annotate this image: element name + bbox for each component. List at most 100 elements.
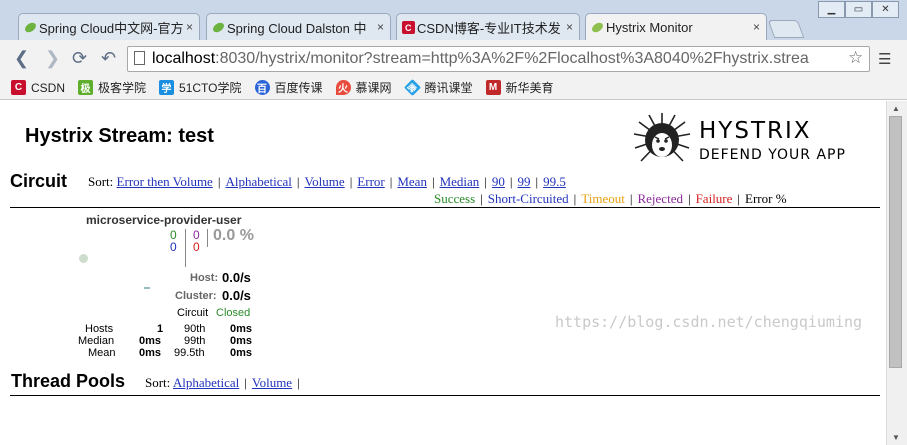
- sort-median[interactable]: Median: [440, 174, 480, 189]
- maximize-button[interactable]: ▭: [845, 1, 872, 18]
- mean-value: 0ms: [139, 347, 162, 359]
- circuit-heading: Circuit: [10, 171, 68, 191]
- short-circuited-count: 0: [170, 240, 177, 254]
- sort-error-then-volume[interactable]: Error then Volume: [117, 174, 213, 189]
- thread-pools-divider: [10, 395, 880, 396]
- close-icon: ✕: [881, 4, 890, 15]
- url-host: localhost: [152, 50, 216, 67]
- sort-label: Sort:: [88, 174, 114, 189]
- sort-99[interactable]: 99: [518, 174, 531, 189]
- bookmark-51cto[interactable]: 学 51CTO学院: [159, 79, 242, 96]
- count-divider: [185, 229, 186, 267]
- bookmark-label: 百度传课: [274, 81, 323, 95]
- bookmark-xinhua[interactable]: M 新华美育: [485, 79, 554, 96]
- jikexueyuan-icon: 极: [78, 80, 94, 95]
- cluster-rate-value: 0.0/s: [222, 288, 251, 303]
- p995-label: 99.5th: [174, 347, 205, 359]
- brand-name: HYSTRIX: [699, 118, 812, 144]
- p99-value: 0ms: [230, 335, 253, 347]
- bookmark-label: 极客学院: [98, 81, 147, 95]
- sort-alphabetical[interactable]: Alphabetical: [173, 375, 239, 390]
- page-content: Hystrix Stream: test HYSTRIX DEFEND YOUR…: [0, 101, 886, 445]
- bookmark-label: 新华美育: [505, 81, 554, 95]
- scroll-up-icon[interactable]: ▲: [892, 104, 900, 113]
- page-title: Hystrix Stream: test: [25, 125, 214, 147]
- tab-title: Hystrix Monitor: [606, 19, 693, 35]
- scroll-down-icon[interactable]: ▼: [892, 433, 900, 442]
- legend-timeout: Timeout: [581, 191, 625, 206]
- back-icon[interactable]: ❮: [14, 48, 29, 69]
- forward-icon[interactable]: ❯: [45, 48, 60, 69]
- leaf-icon: [213, 22, 224, 33]
- bookmark-imooc[interactable]: 火慕课网: [335, 79, 392, 96]
- bookmark-csdn[interactable]: C CSDN: [11, 80, 65, 95]
- tab-hystrix-monitor[interactable]: Hystrix Monitor ×: [585, 13, 767, 40]
- window-controls: ▁ ▭ ✕: [818, 1, 899, 18]
- minimize-button[interactable]: ▁: [818, 1, 845, 18]
- p995-value: 0ms: [230, 347, 253, 359]
- bookmark-label: 51CTO学院: [179, 81, 242, 95]
- legend-short-circuited: Short-Circuited: [487, 191, 569, 206]
- hosts-label: Hosts: [85, 323, 114, 335]
- page-icon: [134, 51, 145, 65]
- bookmark-tencent-ke[interactable]: 腾腾讯课堂: [403, 79, 473, 96]
- 51cto-icon: 学: [159, 80, 175, 95]
- bookmark-label: 慕课网: [355, 81, 392, 95]
- thread-pools-sort-bar: Sort: Alphabetical | Volume |: [145, 375, 300, 390]
- mean-label: Mean: [88, 347, 116, 359]
- bookmark-label: CSDN: [31, 80, 66, 95]
- url-path: :8030/hystrix/monitor?stream=http%3A%2F%…: [215, 50, 809, 67]
- tab-csdn[interactable]: C CSDN博客-专业IT技术发 ×: [396, 13, 580, 40]
- tab-close-icon[interactable]: ×: [566, 20, 573, 34]
- host-rate-value: 0.0/s: [222, 270, 251, 285]
- vertical-scrollbar[interactable]: ▲ ▼: [886, 101, 907, 445]
- brand-tagline: DEFEND YOUR APP: [699, 147, 846, 163]
- sort-alphabetical[interactable]: Alphabetical: [225, 174, 291, 189]
- reload-icon[interactable]: ⟳: [72, 48, 87, 69]
- address-bar[interactable]: localhost:8030/hystrix/monitor?stream=ht…: [127, 46, 870, 72]
- failure-count: 0: [193, 240, 200, 254]
- close-window-button[interactable]: ✕: [872, 1, 899, 18]
- sparkline: [144, 287, 150, 289]
- p99-label: 99th: [184, 335, 206, 347]
- sort-mean[interactable]: Mean: [397, 174, 427, 189]
- sort-volume[interactable]: Volume: [304, 174, 344, 189]
- hystrix-porcupine-logo: [633, 113, 691, 162]
- tab-title: Spring Cloud Dalston 中: [227, 20, 367, 36]
- new-tab-button[interactable]: [767, 20, 805, 38]
- scrollbar-thumb[interactable]: [889, 116, 902, 368]
- legend-success: Success: [434, 191, 476, 206]
- circuit-command-name: microservice-provider-user: [86, 213, 242, 227]
- sort-volume[interactable]: Volume: [252, 375, 292, 390]
- error-percentage: 0.0 %: [213, 227, 254, 244]
- bookmark-jikexueyuan[interactable]: 极极客学院: [78, 79, 146, 96]
- host-rate-label: Host:: [190, 272, 219, 284]
- sort-error[interactable]: Error: [357, 174, 384, 189]
- menu-icon[interactable]: ☰: [878, 50, 891, 68]
- bookmark-star-icon[interactable]: ☆: [848, 48, 863, 68]
- legend-failure: Failure: [695, 191, 733, 206]
- csdn-icon: C: [11, 80, 26, 95]
- leaf-icon: [25, 22, 36, 33]
- minimize-icon: ▁: [827, 4, 836, 15]
- sort-label: Sort:: [145, 375, 171, 390]
- health-circle: [79, 254, 88, 263]
- circuit-sort-bar: Sort: Error then Volume | Alphabetical | Vol…: [88, 174, 566, 189]
- bookmark-label: 腾讯课堂: [424, 81, 473, 95]
- sort-99-5[interactable]: 99.5: [543, 174, 566, 189]
- hosts-value: 1: [157, 323, 164, 335]
- tab-close-icon[interactable]: ×: [377, 20, 384, 34]
- tab-spring-cloud-cn[interactable]: Spring Cloud中文网-官方 ×: [18, 13, 200, 40]
- csdn-icon: C: [402, 21, 415, 34]
- xinhua-icon: M: [485, 80, 501, 95]
- tab-spring-cloud-dalston[interactable]: Spring Cloud Dalston 中 ×: [206, 13, 391, 40]
- undo-icon[interactable]: ↶: [101, 48, 116, 69]
- sort-90[interactable]: 90: [492, 174, 505, 189]
- tab-close-icon[interactable]: ×: [753, 20, 760, 34]
- tab-title: Spring Cloud中文网-官方: [39, 20, 184, 36]
- thread-pools-heading: Thread Pools: [11, 371, 126, 391]
- tab-close-icon[interactable]: ×: [186, 20, 193, 34]
- circuit-legend: Success | Short-Circuited | Timeout | Rejected…: [434, 191, 787, 206]
- leaf-icon: [592, 22, 603, 33]
- bookmark-baiduchuanke[interactable]: 百百度传课: [254, 79, 323, 96]
